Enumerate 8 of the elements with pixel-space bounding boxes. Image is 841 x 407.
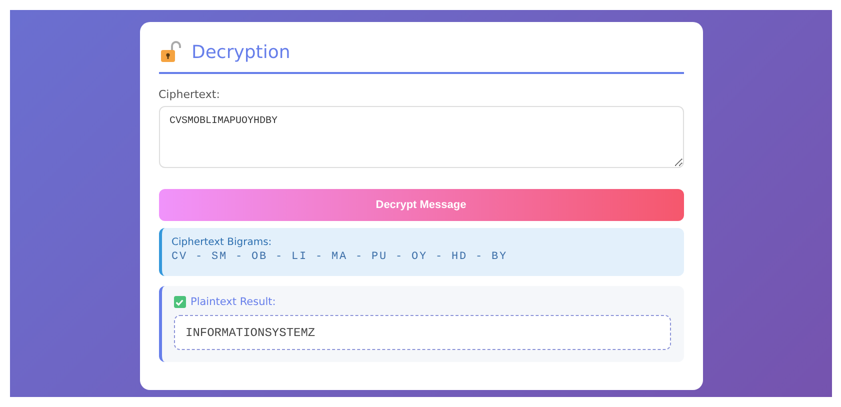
ciphertext-field[interactable]: CVSMOBLIMAPUOYHDBY <box>158 106 684 168</box>
section-title: Decryption <box>192 42 290 62</box>
result-label: Plaintext Result: <box>190 296 276 308</box>
bigrams-text: CV - SM - OB - LI - MA - PU - OY - HD - BY <box>172 251 509 263</box>
field-label: Ciphertext: <box>158 88 221 101</box>
plaintext-output: INFORMATIONSYSTEMZ <box>174 315 670 350</box>
bigrams-label: Ciphertext Bigrams: <box>172 237 273 248</box>
padlock-icon <box>158 40 182 64</box>
